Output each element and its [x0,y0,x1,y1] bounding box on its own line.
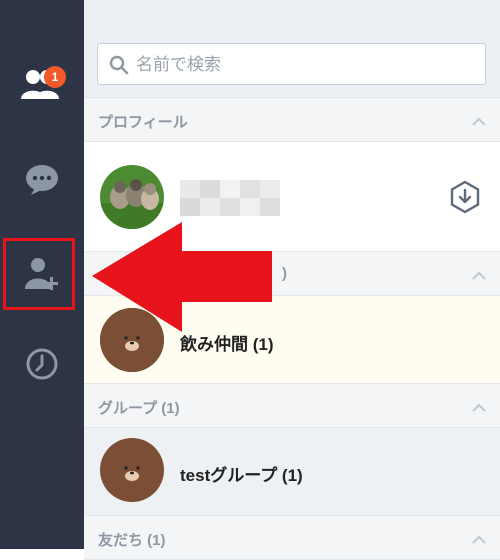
section-label: ) [282,265,287,282]
history-icon [25,347,59,381]
group-name: testグループ (1) [180,466,303,485]
group-avatar [100,308,164,372]
section-label: プロフィール [98,114,188,131]
sidebar: 1 [0,0,84,549]
search-area [84,33,500,98]
section-header-groups[interactable]: グループ (1) [84,384,500,428]
section-label: 友だち (1) [98,532,166,549]
notification-badge: 1 [44,66,66,88]
chevron-up-icon [472,268,486,286]
chats-tab[interactable] [0,150,84,210]
profile-row[interactable] [84,142,500,252]
favorite-group-row[interactable]: 飲み仲間 (1) [84,296,500,384]
history-tab[interactable] [0,334,84,394]
section-header-friends[interactable]: 友だち (1) [84,516,500,560]
section-header-favorites[interactable]: ) [84,252,500,296]
friend-list-panel: プロフィール [84,0,500,560]
download-icon[interactable] [449,180,481,219]
search-box[interactable] [97,43,486,86]
search-icon [109,55,129,80]
group-row[interactable]: testグループ (1) [84,428,500,516]
add-friend-highlight-box [3,238,75,310]
group-avatar [100,438,164,502]
chat-icon [25,164,59,196]
chevron-up-icon [472,400,486,418]
section-header-profile[interactable]: プロフィール [84,98,500,142]
profile-name-blurred [180,180,280,216]
top-strip [84,0,500,33]
friends-tab[interactable] [0,55,84,115]
group-name: 飲み仲間 (1) [180,335,274,354]
search-input[interactable] [134,44,478,86]
chevron-up-icon [472,532,486,550]
chevron-up-icon [472,114,486,132]
profile-avatar [100,165,164,229]
section-label: グループ (1) [98,400,180,417]
